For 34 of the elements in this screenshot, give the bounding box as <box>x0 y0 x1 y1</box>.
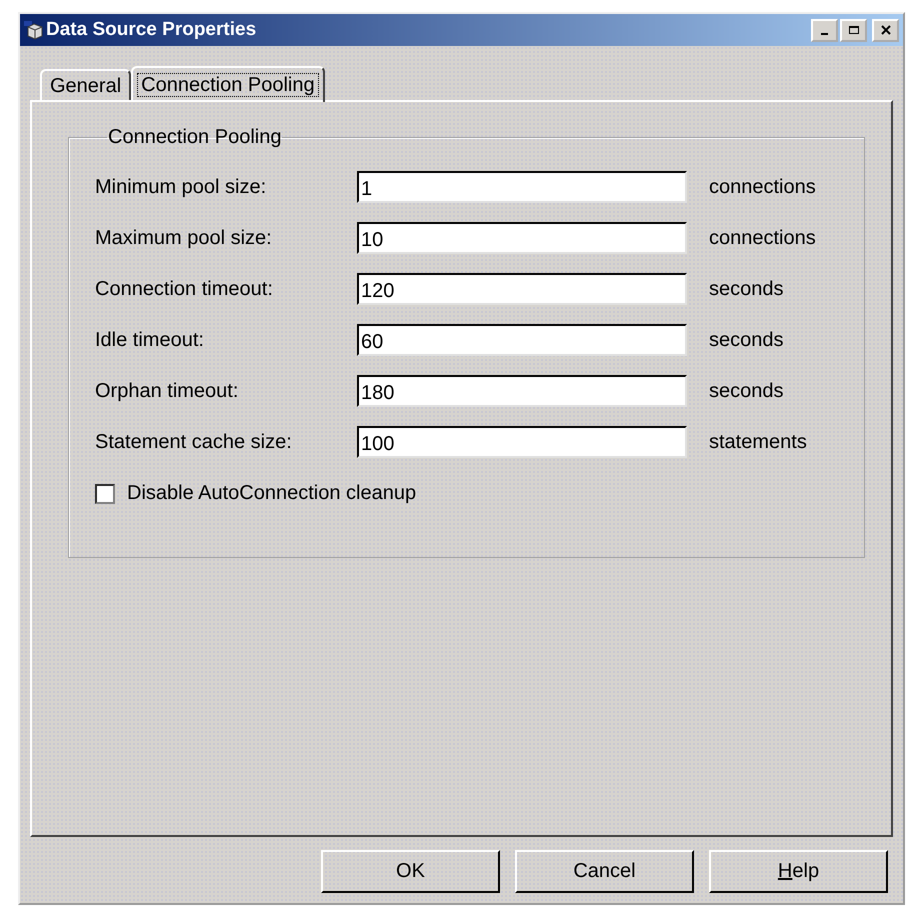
checkbox-label: Disable AutoConnection cleanup <box>127 482 416 505</box>
unit-label: seconds <box>709 328 784 352</box>
field-label: Idle timeout: <box>95 328 205 352</box>
input-field[interactable]: 100 <box>357 426 687 458</box>
input-field[interactable]: 60 <box>357 324 687 356</box>
field-label: Maximum pool size: <box>95 226 273 250</box>
cube-icon <box>24 20 44 40</box>
field-label: Minimum pool size: <box>95 176 268 198</box>
dialog-button[interactable]: OK <box>321 850 500 893</box>
field-label: Orphan timeout: <box>95 380 240 402</box>
field-label: Statement cache size: <box>95 430 293 454</box>
close-button[interactable] <box>872 18 899 42</box>
unit-label: seconds <box>709 380 784 402</box>
maximize-button[interactable] <box>840 18 867 42</box>
window-title: Data Source Properties <box>46 19 258 41</box>
close-icon <box>880 25 892 35</box>
tab[interactable]: Connection Pooling <box>131 66 325 102</box>
input-field[interactable]: 180 <box>357 375 687 407</box>
field-label: Connection timeout: <box>95 278 274 300</box>
group-title: Connection Pooling <box>107 126 282 149</box>
minimize-button[interactable] <box>811 18 838 42</box>
minimize-icon <box>821 33 828 35</box>
unit-label: connections <box>709 226 817 250</box>
unit-label: seconds <box>709 278 784 300</box>
input-field[interactable]: 1 <box>357 171 687 203</box>
unit-label: statements <box>709 430 808 454</box>
input-field[interactable]: 10 <box>357 222 687 254</box>
dialog-button[interactable]: Cancel <box>515 850 694 893</box>
maximize-icon <box>848 25 860 35</box>
tab[interactable]: General <box>40 69 132 100</box>
input-field[interactable]: 120 <box>357 273 687 305</box>
dialog-button[interactable]: Help <box>709 850 888 893</box>
checkbox[interactable] <box>95 484 115 504</box>
unit-label: connections <box>709 176 817 198</box>
